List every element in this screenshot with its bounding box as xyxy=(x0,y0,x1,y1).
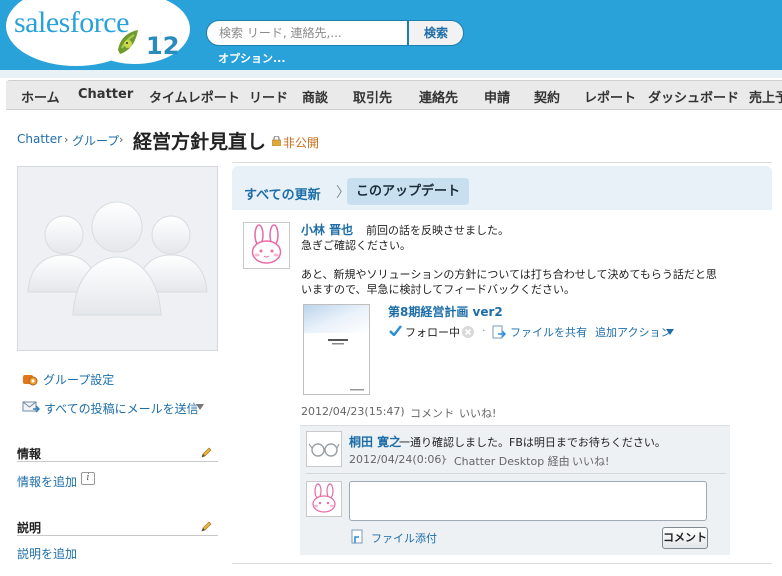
tab-forecasts[interactable]: 売上予 xyxy=(749,87,782,106)
comment-author-link[interactable]: 桐田 寛之 xyxy=(349,433,401,450)
breadcrumb-separator-icon: › xyxy=(119,133,124,146)
tab-reports[interactable]: レポート xyxy=(584,87,636,106)
post-text-line: あと、新規やソリューションの方針については打ち合わせして決めてもらう話だと思 xyxy=(301,268,717,281)
attach-file-link[interactable]: ファイル添付 xyxy=(371,530,437,546)
tab-chatter[interactable]: Chatter xyxy=(78,87,133,102)
comment-link[interactable]: コメント xyxy=(410,405,454,421)
more-actions-link[interactable]: 追加アクション xyxy=(595,324,671,340)
attach-file-icon xyxy=(351,529,363,544)
page-title: 経営方針見直し xyxy=(133,131,267,153)
separator-dot: · xyxy=(401,405,405,418)
filter-all-updates[interactable]: すべての更新 xyxy=(244,184,321,203)
share-file-link[interactable]: ファイルを共有 xyxy=(510,324,587,340)
tab-opportunities[interactable]: 商談 xyxy=(302,87,328,106)
separator-dot: · xyxy=(482,324,486,337)
tab-contracts[interactable]: 契約 xyxy=(534,87,560,106)
group-placeholder-icon xyxy=(27,201,208,316)
search-button[interactable]: 検索 xyxy=(408,20,464,46)
like-link[interactable]: いいね! xyxy=(459,405,496,421)
comment-textarea[interactable] xyxy=(349,481,707,521)
email-icon xyxy=(22,401,40,413)
lock-icon xyxy=(272,136,281,146)
post-timestamp[interactable]: 2012/04/23(15:47) xyxy=(301,405,405,418)
breadcrumb-groups[interactable]: グループ xyxy=(72,132,119,149)
search-input[interactable]: 検索 リード, 連絡先,... xyxy=(206,20,408,46)
tab-contacts[interactable]: 連絡先 xyxy=(419,87,458,106)
main-tab-bar: ホーム Chatter タイムレポート リード 商談 取引先 連絡先 申請 契約… xyxy=(6,80,782,110)
comment-text: 一通り確認しました。FBは明日までお待ちください。 xyxy=(399,436,666,449)
tab-requests[interactable]: 申請 xyxy=(484,87,510,106)
post-text-line: いますので、早急に検討してフィードバックください。 xyxy=(301,283,576,296)
description-heading: 説明 xyxy=(17,521,42,535)
release-number: 12 xyxy=(146,32,180,60)
search-options-link[interactable]: オプション... xyxy=(218,50,286,66)
separator-dot: · xyxy=(444,453,448,466)
unfollow-icon[interactable] xyxy=(461,325,475,339)
comment-like-link[interactable]: いいね! xyxy=(572,453,609,469)
share-file-icon xyxy=(492,325,507,339)
breadcrumb-separator-icon: › xyxy=(64,133,69,146)
dropdown-icon[interactable] xyxy=(666,329,674,335)
info-icon[interactable]: i xyxy=(81,472,95,485)
filter-this-update[interactable]: このアップデート xyxy=(347,178,470,205)
post-text-line: 前回の話を反映させました。 xyxy=(366,224,509,237)
release-mascot-icon xyxy=(118,30,138,54)
separator-dot: · xyxy=(562,453,566,466)
avatar[interactable] xyxy=(243,222,290,269)
following-status[interactable]: フォロー中 xyxy=(405,324,460,340)
post-author-link[interactable]: 小林 晋也 xyxy=(301,221,353,238)
rabbit-avatar-icon xyxy=(251,224,282,264)
separator-dot: · xyxy=(450,405,454,418)
privacy-badge: 非公開 xyxy=(283,136,320,150)
dropdown-icon[interactable] xyxy=(196,404,204,410)
avatar[interactable] xyxy=(306,431,342,467)
separator-dot: · xyxy=(584,324,588,337)
divider xyxy=(306,473,726,474)
edit-pencil-icon[interactable] xyxy=(200,521,212,533)
glasses-avatar-icon xyxy=(308,443,340,457)
file-thumbnail[interactable] xyxy=(303,304,370,395)
file-name-link[interactable]: 第8期経営計画 ver2 xyxy=(388,303,503,320)
document-preview-icon xyxy=(304,305,369,391)
rabbit-avatar-icon xyxy=(312,483,336,513)
tab-leads[interactable]: リード xyxy=(249,87,288,106)
edit-pencil-icon[interactable] xyxy=(200,447,212,459)
divider xyxy=(17,535,218,536)
group-photo xyxy=(17,166,218,351)
group-settings-icon xyxy=(23,375,38,386)
checkmark-icon xyxy=(389,325,402,336)
avatar xyxy=(306,481,342,517)
comment-timestamp[interactable]: 2012/04/24(0:06) xyxy=(349,453,446,466)
info-heading: 情報 xyxy=(17,447,42,461)
add-info-link[interactable]: 情報を追加 xyxy=(17,473,77,490)
salesforce-logo[interactable]: salesforce xyxy=(14,6,129,40)
divider xyxy=(17,461,218,462)
divider xyxy=(232,563,772,564)
tab-accounts[interactable]: 取引先 xyxy=(353,87,392,106)
breadcrumb-chatter[interactable]: Chatter xyxy=(17,132,62,146)
tab-dashboards[interactable]: ダッシュボード xyxy=(648,87,739,106)
divider xyxy=(232,162,772,163)
post-text-line: 急ぎご確認ください。 xyxy=(301,239,411,252)
header-divider xyxy=(0,70,782,78)
add-description-link[interactable]: 説明を追加 xyxy=(17,545,77,562)
tab-timesheet[interactable]: タイムレポート xyxy=(149,87,240,106)
email-all-posts-link[interactable]: すべての投稿にメールを送信 xyxy=(44,400,199,417)
tab-home[interactable]: ホーム xyxy=(21,87,60,106)
comment-submit-button[interactable]: コメント xyxy=(662,527,708,549)
comment-via: Chatter Desktop 経由 xyxy=(454,455,570,468)
group-settings-link[interactable]: グループ設定 xyxy=(43,371,114,388)
